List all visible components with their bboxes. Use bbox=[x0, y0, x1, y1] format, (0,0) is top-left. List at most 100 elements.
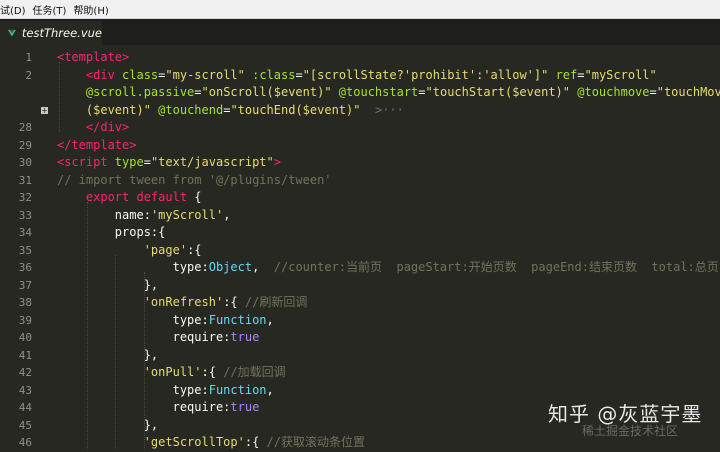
vue-file-icon bbox=[8, 29, 16, 37]
code-token: "my-scroll" bbox=[165, 67, 245, 82]
tab-testthree-vue[interactable]: testThree.vue bbox=[0, 21, 102, 45]
code-line[interactable]: 31 // import tween from '@/plugins/tween' bbox=[0, 172, 720, 190]
code-line[interactable]: 34 props:{ bbox=[0, 224, 720, 242]
code-token: default bbox=[136, 190, 195, 204]
code-text: export default { bbox=[57, 189, 202, 207]
code-token: name bbox=[57, 207, 144, 222]
code-line[interactable]: 28 </div> bbox=[0, 119, 720, 137]
menu-item-tasks[interactable]: 任务(T) bbox=[33, 2, 74, 17]
code-line[interactable]: 41 }, bbox=[0, 347, 720, 365]
code-token: , bbox=[266, 382, 274, 397]
code-line[interactable]: 39 type:Function, bbox=[0, 312, 720, 330]
line-number: 42 bbox=[18, 366, 32, 379]
code-token: <script bbox=[57, 155, 115, 169]
code-token: : bbox=[201, 312, 209, 327]
code-token: <div bbox=[85, 67, 123, 82]
code-token: props bbox=[57, 225, 151, 239]
code-token: //加载回调 bbox=[223, 365, 286, 379]
code-token: "onScroll($event)" bbox=[201, 85, 332, 99]
menu-item-debug[interactable]: 试(D) bbox=[0, 2, 33, 17]
code-token: 'myScroll' bbox=[150, 207, 224, 222]
code-text: <div class="my-scroll" :class="[scrollSt… bbox=[57, 67, 657, 85]
code-token: "[scrollState?'prohibit':'allow']" bbox=[302, 67, 549, 82]
code-text: require:true bbox=[57, 399, 260, 417]
code-token: :class bbox=[252, 67, 296, 82]
code-text: props:{ bbox=[57, 224, 166, 242]
code-token: 'onRefresh' bbox=[143, 295, 224, 309]
code-token: true bbox=[230, 400, 260, 414]
code-line[interactable]: @scroll.passive="onScroll($event)" @touc… bbox=[0, 84, 720, 102]
code-editor[interactable]: 1 <template> 2 <div class = "my-scroll" :cla… bbox=[0, 45, 720, 450]
code-line[interactable]: 40 require:true bbox=[0, 329, 720, 347]
line-number: 39 bbox=[18, 313, 32, 327]
code-text: <script type="text/javascript"> bbox=[57, 154, 281, 172]
watermark-sub: 稀土掘金技术社区 bbox=[582, 424, 679, 438]
code-token: ($event)" bbox=[85, 102, 151, 117]
code-token: , bbox=[223, 207, 231, 222]
line-number: 40 bbox=[18, 331, 32, 344]
code-token: require bbox=[57, 400, 224, 414]
code-token: //获取滚动条位置 bbox=[266, 435, 365, 449]
code-token: //counter:当前页 pageStart:开始页数 pageEnd:结束页… bbox=[273, 260, 719, 274]
code-token: </template> bbox=[57, 137, 137, 152]
code-token: , bbox=[266, 312, 274, 327]
code-token: export bbox=[85, 190, 137, 204]
code-text: 'getScrollTop':{ //获取滚动条位置 bbox=[57, 434, 365, 452]
code-token: class bbox=[122, 67, 159, 82]
code-line[interactable]: 37 }, bbox=[0, 277, 720, 295]
menu-item-help[interactable]: 帮助(H) bbox=[73, 2, 115, 17]
code-token: }, bbox=[57, 277, 159, 292]
code-text: name:'myScroll', bbox=[57, 207, 231, 225]
line-number: 38 bbox=[18, 296, 32, 309]
code-line[interactable]: + ($event)" @touchend="touchEnd($event)"… bbox=[0, 102, 720, 120]
code-token: = bbox=[194, 85, 202, 99]
menu-bar: 试(D) 任务(T) 帮助(H) bbox=[0, 0, 720, 19]
code-token: : bbox=[201, 382, 209, 397]
line-number: 33 bbox=[18, 208, 32, 222]
code-token: "touchMove bbox=[656, 85, 720, 99]
line-number: 37 bbox=[18, 278, 32, 292]
code-text: type:Function, bbox=[57, 312, 274, 330]
code-line[interactable]: 29 </template> bbox=[0, 137, 720, 155]
code-token: Object bbox=[208, 260, 253, 274]
code-token: type bbox=[114, 155, 144, 169]
line-number: 2 bbox=[25, 68, 32, 82]
code-token: = bbox=[418, 85, 426, 99]
code-line[interactable]: 35 'page':{ bbox=[0, 242, 720, 260]
line-number: 34 bbox=[18, 226, 32, 239]
code-line[interactable]: 38 'onRefresh':{ //刷新回调 bbox=[0, 294, 720, 312]
code-line[interactable]: 43 type:Function, bbox=[0, 382, 720, 400]
code-line[interactable]: 36 type:Object, //counter:当前页 pageStart:… bbox=[0, 259, 720, 277]
code-token: 'page' bbox=[143, 242, 188, 257]
code-token: , bbox=[252, 260, 274, 274]
code-token: // import tween from '@/plugins/tween' bbox=[57, 172, 332, 187]
code-line[interactable]: 30 <script type="text/javascript"> bbox=[0, 154, 720, 172]
code-line[interactable]: 2 <div class="my-scroll" :class="[scroll… bbox=[0, 67, 720, 85]
line-number: 31 bbox=[18, 173, 32, 187]
code-token: = bbox=[295, 67, 303, 82]
code-token: Function bbox=[208, 312, 267, 327]
code-token: @touchstart bbox=[338, 85, 419, 99]
fold-expand-icon[interactable]: + bbox=[41, 106, 48, 114]
line-number: 43 bbox=[18, 383, 32, 397]
code-line[interactable]: 32 export default { bbox=[0, 189, 720, 207]
line-number: 45 bbox=[18, 418, 32, 432]
code-text: 'onRefresh':{ //刷新回调 bbox=[57, 294, 308, 312]
code-line[interactable]: 42 'onPull':{ //加载回调 bbox=[0, 364, 720, 382]
code-token: "myScroll" bbox=[584, 67, 657, 82]
code-text: </template> bbox=[57, 137, 136, 155]
code-line[interactable]: 33 name:'myScroll', bbox=[0, 207, 720, 225]
line-number: 46 bbox=[18, 436, 32, 449]
code-token: > bbox=[273, 155, 281, 169]
code-token: }, bbox=[57, 347, 159, 362]
code-token: >··· bbox=[374, 102, 404, 117]
code-line[interactable]: 1 <template> bbox=[0, 49, 720, 67]
code-token: :{ bbox=[201, 365, 224, 379]
code-token: //刷新回调 bbox=[244, 295, 308, 309]
code-token: type bbox=[57, 260, 202, 274]
